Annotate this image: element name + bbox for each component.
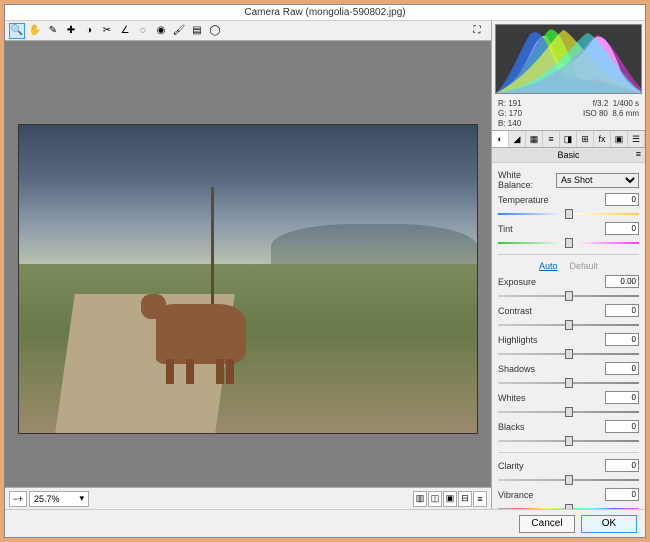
right-panel: R: 191 G: 170 B: 140 f/3.2 1/400 s ISO 8… [491,21,645,509]
aperture: f/3.2 [593,99,609,108]
window-title: Camera Raw (mongolia-590802.jpg) [244,7,405,18]
temperature-slider[interactable] [498,209,639,219]
blacks-input[interactable] [605,420,639,433]
fullscreen-toggle[interactable]: ⛶ [469,23,485,39]
contrast-input[interactable] [605,304,639,317]
focal: 8.6 mm [612,109,639,118]
contrast-label: Contrast [498,306,601,316]
tab-tone-curve[interactable]: ◢ [509,131,526,147]
panel-tabs: ◐ ◢ ▦ ≡ ◨ ⊞ fx ▣ ☰ [492,130,645,148]
zoom-level-dropdown[interactable]: 25.7%▾ [29,491,89,507]
vibrance-label: Vibrance [498,490,601,500]
exposure-input[interactable] [605,275,639,288]
tint-input[interactable] [605,222,639,235]
clarity-slider[interactable] [498,475,639,485]
highlights-input[interactable] [605,333,639,346]
white-balance-select[interactable]: As Shot [556,173,639,188]
vibrance-input[interactable] [605,488,639,501]
shutter: 1/400 s [613,99,639,108]
zoom-tool[interactable]: 🔍 [9,23,25,39]
shadows-label: Shadows [498,364,601,374]
filmstrip-orientation-icon[interactable]: ▥ [413,491,427,507]
before-after-icon[interactable]: ◫ [428,491,442,507]
temperature-input[interactable] [605,193,639,206]
rgb-r: 191 [508,99,521,108]
image-preview [18,124,478,434]
graduated-filter[interactable]: ▤ [189,23,205,39]
status-bar: −+ 25.7%▾ ▥ ◫ ▣ ⊟ ≡ [5,487,491,509]
copy-settings-icon[interactable]: ⊟ [458,491,472,507]
tab-lens[interactable]: ⊞ [577,131,594,147]
red-eye[interactable]: ◉ [153,23,169,39]
tab-calibration[interactable]: ▣ [611,131,628,147]
tint-label: Tint [498,224,601,234]
straighten-tool[interactable]: ∠ [117,23,133,39]
crop-tool[interactable]: ✂ [99,23,115,39]
blacks-slider[interactable] [498,436,639,446]
default-link[interactable]: Default [569,261,598,271]
panel-title: Basic ≡ [492,148,645,163]
contrast-slider[interactable] [498,320,639,330]
cancel-button[interactable]: Cancel [519,515,575,533]
exposure-slider[interactable] [498,291,639,301]
blacks-label: Blacks [498,422,601,432]
footer: Cancel OK [5,509,645,537]
main-area: 🔍 ✋ ✎ ✚ ◑ ✂ ∠ ◌ ◉ 🖌 ▤ ◯ ⛶ [5,21,645,509]
tab-presets[interactable]: ☰ [628,131,645,147]
toolbar: 🔍 ✋ ✎ ✚ ◑ ✂ ∠ ◌ ◉ 🖌 ▤ ◯ ⛶ [5,21,491,41]
left-panel: 🔍 ✋ ✎ ✚ ◑ ✂ ∠ ◌ ◉ 🖌 ▤ ◯ ⛶ [5,21,491,509]
title-bar: Camera Raw (mongolia-590802.jpg) [5,5,645,21]
clarity-label: Clarity [498,461,601,471]
toggle-icon[interactable]: ≡ [473,491,487,507]
tab-detail[interactable]: ▦ [526,131,543,147]
spot-removal[interactable]: ◌ [135,23,151,39]
highlights-slider[interactable] [498,349,639,359]
histogram[interactable] [495,24,642,94]
camera-raw-window: Camera Raw (mongolia-590802.jpg) 🔍 ✋ ✎ ✚… [4,4,646,538]
tab-split-toning[interactable]: ◨ [560,131,577,147]
whites-slider[interactable] [498,407,639,417]
preview-viewport[interactable] [5,41,491,487]
temperature-label: Temperature [498,195,601,205]
whites-label: Whites [498,393,601,403]
panel-menu-icon[interactable]: ≡ [636,149,641,159]
highlights-label: Highlights [498,335,601,345]
tab-basic[interactable]: ◐ [492,131,509,147]
auto-link[interactable]: Auto [539,261,558,271]
tab-effects[interactable]: fx [594,131,611,147]
targeted-adjustment[interactable]: ◑ [81,23,97,39]
wb-label: White Balance: [498,170,552,190]
hand-tool[interactable]: ✋ [27,23,43,39]
exposure-label: Exposure [498,277,601,287]
swap-icon[interactable]: ▣ [443,491,457,507]
shadows-slider[interactable] [498,378,639,388]
rgb-b: 140 [508,119,521,128]
readout: R: 191 G: 170 B: 140 f/3.2 1/400 s ISO 8… [492,97,645,130]
ok-button[interactable]: OK [581,515,637,533]
tab-hsl[interactable]: ≡ [543,131,560,147]
tint-slider[interactable] [498,238,639,248]
whites-input[interactable] [605,391,639,404]
adjustment-brush[interactable]: 🖌 [171,23,187,39]
color-sampler[interactable]: ✚ [63,23,79,39]
eyedropper-white-balance[interactable]: ✎ [45,23,61,39]
radial-filter[interactable]: ◯ [207,23,223,39]
shadows-input[interactable] [605,362,639,375]
clarity-input[interactable] [605,459,639,472]
zoom-out-icon[interactable]: −+ [9,491,27,507]
vibrance-slider[interactable] [498,504,639,509]
basic-panel: White Balance: As Shot Temperature Tint … [492,163,645,509]
rgb-g: 170 [509,109,522,118]
iso: ISO 80 [583,109,608,118]
